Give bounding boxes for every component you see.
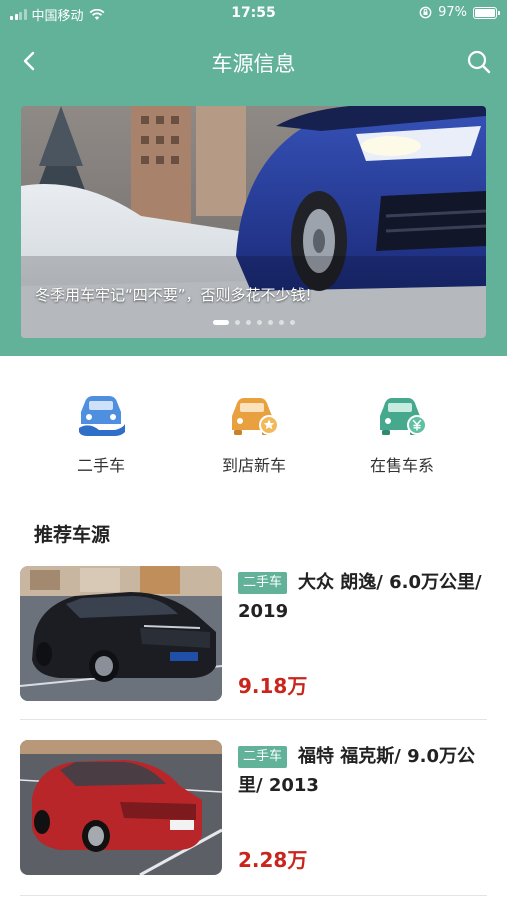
carousel-dot: [245, 320, 251, 325]
car-yen-icon: [380, 398, 427, 435]
search-icon: [467, 50, 491, 74]
car-thumbnail: [20, 740, 222, 875]
listing-price: 2.28万: [238, 848, 308, 872]
status-right: 97%: [419, 5, 500, 20]
quick-link-label: 在售车系: [369, 456, 434, 475]
listing-price: 9.18万: [238, 674, 308, 698]
section-title: 推荐车源: [34, 524, 111, 546]
header: 中国移动 17:55 97% 车源信息 冬季用车牢记“四不要”，否则多花不少钱!: [0, 0, 507, 356]
banner-carousel[interactable]: 冬季用车牢记“四不要”，否则多花不少钱!: [21, 106, 486, 338]
carousel-dot: [234, 320, 240, 325]
list-divider: [20, 719, 487, 720]
list-divider: [20, 895, 487, 896]
listing-badge: 二手车: [238, 746, 288, 768]
listing-badge: 二手车: [238, 572, 288, 594]
carousel-dot: [278, 320, 284, 325]
carousel-dot: [256, 320, 262, 325]
quick-link-label: 到店新车: [221, 456, 286, 475]
status-bar: 中国移动 17:55 97%: [0, 0, 507, 28]
battery-icon: [473, 6, 500, 19]
carousel-dot: [289, 320, 295, 325]
quick-link-on-sale-series[interactable]: 在售车系: [332, 392, 472, 476]
new-car-badge-icon: [232, 398, 279, 435]
used-car-hand-icon: [79, 396, 125, 436]
listing-item[interactable]: 大众 朗逸/ 6.0万公里/ 2019 二手车 9.18万: [20, 566, 487, 726]
battery-label: 97%: [438, 5, 467, 20]
orientation-lock-icon: [419, 6, 432, 19]
nav-bar: 车源信息: [0, 36, 507, 86]
page-title: 车源信息: [211, 52, 296, 76]
quick-link-new-car[interactable]: 到店新车: [184, 392, 324, 476]
search-button[interactable]: [463, 46, 495, 78]
listing-item[interactable]: 福特 福克斯/ 9.0万公里/ 2013 二手车 2.28万: [20, 740, 487, 900]
carousel-indicator: [21, 320, 486, 325]
carousel-dot: [267, 320, 273, 325]
carousel-dot: [212, 320, 229, 325]
car-thumbnail: [20, 566, 222, 701]
banner-caption: 冬季用车牢记“四不要”，否则多花不少钱!: [35, 286, 312, 304]
quick-link-label: 二手车: [76, 456, 125, 475]
quick-link-used-car[interactable]: 二手车: [31, 392, 171, 476]
